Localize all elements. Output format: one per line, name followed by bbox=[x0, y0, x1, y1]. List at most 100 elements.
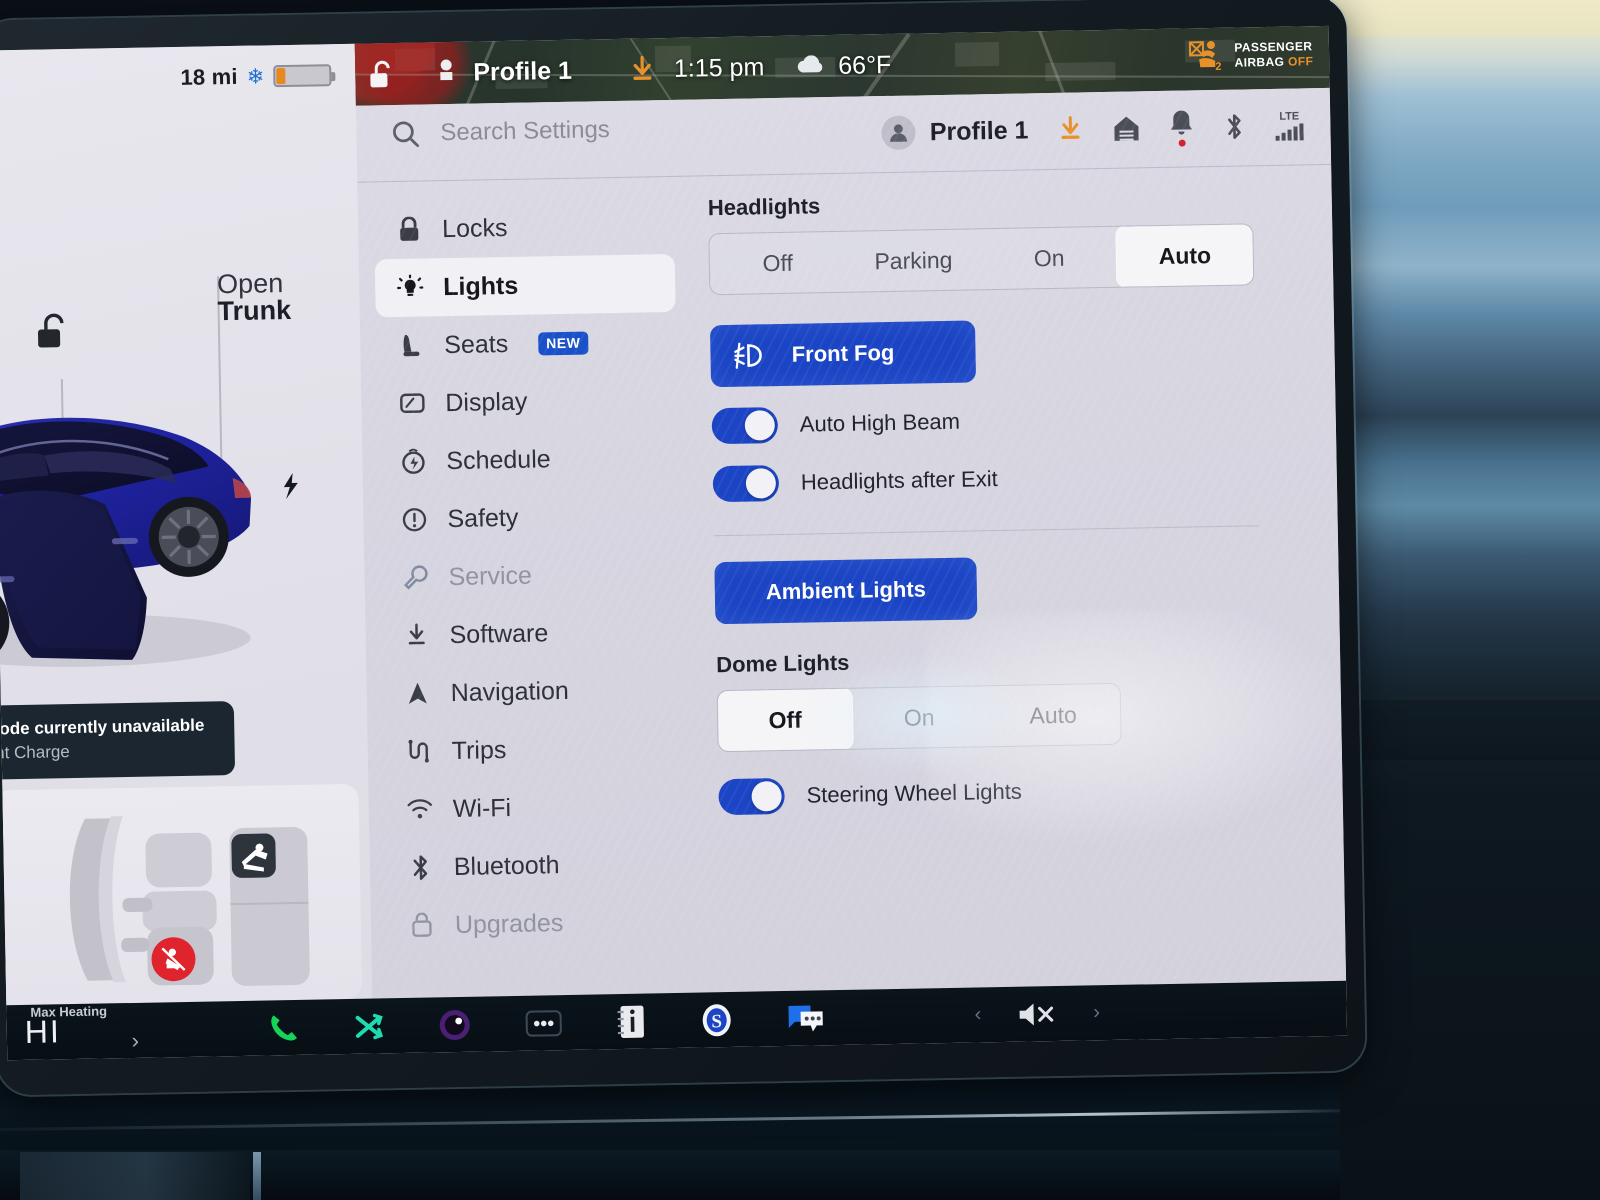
ambient-lights-button[interactable]: Ambient Lights bbox=[714, 557, 978, 625]
dome-lights-option-auto[interactable]: Auto bbox=[986, 684, 1121, 746]
sidebar-item-upgrades[interactable]: Upgrades bbox=[386, 892, 687, 955]
tooltip-subtitle: ent Charge bbox=[0, 742, 70, 763]
dome-lights-segmented-control[interactable]: Off On Auto bbox=[716, 682, 1122, 753]
svg-text:S: S bbox=[711, 1011, 722, 1032]
sidebar-item-label: Software bbox=[449, 618, 549, 649]
seat-occupancy-card[interactable] bbox=[0, 783, 363, 1006]
more-dots-icon[interactable] bbox=[524, 1007, 563, 1040]
trunk-label-line1: Open bbox=[216, 268, 284, 300]
sidebar-item-wifi[interactable]: Wi-Fi bbox=[384, 776, 685, 839]
seat-icon bbox=[398, 333, 424, 359]
chevron-right-icon[interactable]: › bbox=[131, 1028, 139, 1054]
bell-icon[interactable] bbox=[1168, 108, 1195, 147]
front-fog-button[interactable]: Front Fog bbox=[709, 320, 977, 388]
wifi-icon bbox=[407, 798, 433, 820]
chevron-left-icon[interactable]: ‹ bbox=[974, 1003, 981, 1026]
bluetooth-icon[interactable] bbox=[1222, 111, 1247, 141]
map-time: 1:15 pm bbox=[673, 52, 765, 83]
sidebar-item-seats[interactable]: Seats NEW bbox=[376, 312, 677, 375]
sidebar-item-display[interactable]: Display bbox=[377, 370, 678, 433]
trunk-label-line2: Trunk bbox=[217, 294, 292, 327]
headlights-after-exit-label: Headlights after Exit bbox=[800, 466, 998, 495]
sidebar-item-navigation[interactable]: Navigation bbox=[382, 660, 683, 723]
sidebar-item-label: Display bbox=[445, 387, 528, 417]
sidebar-item-bluetooth[interactable]: Bluetooth bbox=[385, 834, 686, 897]
headlights-after-exit-toggle[interactable] bbox=[712, 465, 780, 503]
unlock-icon[interactable] bbox=[36, 311, 73, 357]
map-profile-label[interactable]: Profile 1 bbox=[473, 56, 572, 87]
battery-icon bbox=[273, 64, 332, 88]
download-icon[interactable] bbox=[628, 54, 657, 85]
max-heating-label: Max Heating bbox=[30, 1003, 108, 1020]
volume-control: ‹ › bbox=[974, 998, 1100, 1030]
search-settings-field[interactable]: Search Settings bbox=[390, 115, 610, 149]
dome-lights-option-off[interactable]: Off bbox=[716, 687, 854, 753]
navigation-arrow-icon bbox=[404, 680, 430, 706]
sidebar-item-schedule[interactable]: Schedule bbox=[378, 428, 679, 491]
headlights-segmented-control[interactable]: Off Parking On Auto bbox=[708, 223, 1255, 296]
sidebar-item-label: Lights bbox=[442, 271, 519, 301]
range-indicator: 18 mi ❄ bbox=[180, 62, 332, 91]
sidebar-item-service[interactable]: Service bbox=[380, 544, 681, 607]
auto-high-beam-label: Auto High Beam bbox=[799, 408, 961, 437]
photo-scene: 18 mi ❄ Open Trunk Mode currently unavai… bbox=[0, 0, 1600, 1200]
sidebar-item-label: Trips bbox=[451, 735, 507, 765]
vehicle-illustration bbox=[0, 384, 337, 721]
bag-icon bbox=[409, 912, 435, 938]
volume-mute-icon[interactable] bbox=[1015, 998, 1060, 1029]
airbag-line2: AIRBAG bbox=[1234, 54, 1285, 70]
sidebar-item-software[interactable]: Software bbox=[381, 602, 682, 665]
headlights-section-title: Headlights bbox=[707, 193, 821, 221]
range-value: 18 mi bbox=[180, 63, 238, 90]
clock-bolt-icon bbox=[400, 448, 426, 474]
airbag-line1: PASSENGER bbox=[1234, 39, 1313, 55]
sun-lights-icon bbox=[396, 274, 424, 301]
lte-label: LTE bbox=[1279, 110, 1300, 123]
climate-control[interactable]: Max Heating HI › bbox=[6, 1003, 177, 1054]
sidebar-item-safety[interactable]: Safety bbox=[379, 486, 680, 549]
chevron-right-icon[interactable]: › bbox=[1093, 1001, 1100, 1024]
wrench-icon bbox=[402, 564, 428, 590]
camera-icon[interactable] bbox=[436, 1006, 473, 1043]
sidebar-item-label: Schedule bbox=[446, 444, 551, 475]
auto-high-beam-toggle[interactable] bbox=[711, 407, 779, 445]
shuffle-icon[interactable] bbox=[352, 1010, 385, 1043]
steering-wheel-lights-row[interactable]: Steering Wheel Lights bbox=[718, 757, 1319, 826]
download-icon[interactable] bbox=[1056, 114, 1085, 145]
search-input[interactable]: Search Settings bbox=[440, 116, 610, 147]
airbag-text: PASSENGER AIRBAG OFF bbox=[1234, 39, 1313, 70]
open-trunk-label[interactable]: Open Trunk bbox=[216, 268, 292, 327]
steering-wheel-lights-label: Steering Wheel Lights bbox=[806, 778, 1023, 808]
headlights-option-on[interactable]: On bbox=[981, 227, 1118, 289]
headlights-option-parking[interactable]: Parking bbox=[845, 229, 982, 291]
charge-bolt-icon bbox=[283, 472, 298, 500]
unlock-icon[interactable] bbox=[367, 58, 398, 91]
messages-icon[interactable] bbox=[786, 1001, 825, 1036]
sidebar-item-lights[interactable]: Lights bbox=[374, 253, 676, 318]
signal-bars-icon: LTE bbox=[1274, 110, 1305, 141]
sidebar-item-label: Navigation bbox=[450, 676, 570, 707]
sidebar-item-label: Wi-Fi bbox=[452, 793, 512, 823]
dome-lights-option-on[interactable]: On bbox=[852, 686, 987, 748]
settings-header-icons: Profile 1 LTE bbox=[881, 106, 1304, 152]
headlights-option-auto[interactable]: Auto bbox=[1115, 223, 1255, 288]
garage-icon[interactable] bbox=[1112, 113, 1141, 144]
svg-text:2: 2 bbox=[1216, 61, 1222, 73]
sidebar-item-label: Seats bbox=[444, 329, 509, 359]
phone-icon[interactable] bbox=[266, 1010, 301, 1045]
search-icon bbox=[390, 119, 421, 150]
slacker-icon[interactable]: S bbox=[698, 1001, 735, 1038]
display-icon bbox=[399, 391, 425, 415]
sidebar-item-trips[interactable]: Trips bbox=[383, 718, 684, 781]
steering-wheel-lights-toggle[interactable] bbox=[718, 777, 785, 816]
sidebar-item-locks[interactable]: Locks bbox=[374, 196, 675, 259]
person-icon[interactable] bbox=[881, 115, 917, 151]
download-icon bbox=[403, 622, 429, 648]
pedestrian-icon bbox=[433, 58, 460, 88]
console-panel bbox=[20, 1152, 250, 1200]
snowflake-icon: ❄ bbox=[246, 64, 265, 89]
headlights-option-off[interactable]: Off bbox=[709, 232, 846, 294]
console-edge-highlight bbox=[253, 1152, 261, 1200]
settings-profile-label[interactable]: Profile 1 bbox=[930, 116, 1029, 147]
release-notes-icon[interactable] bbox=[614, 1003, 647, 1040]
